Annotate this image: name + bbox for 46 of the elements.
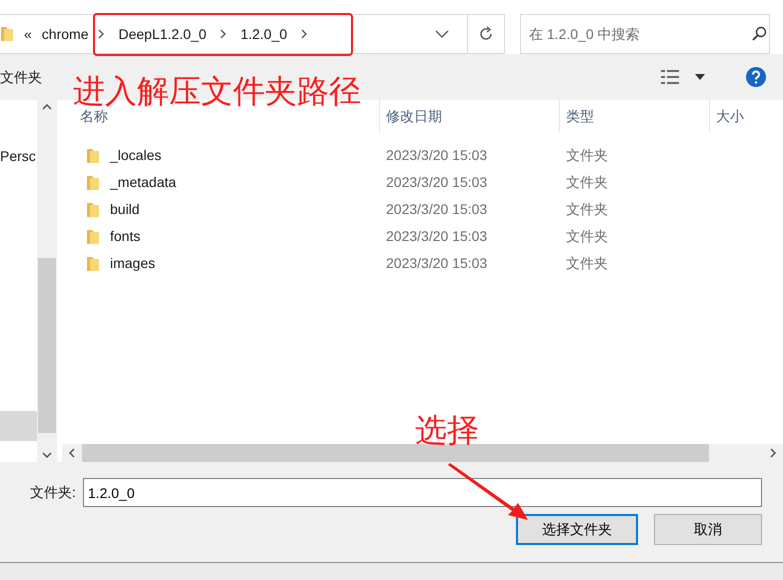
folder-icon — [0, 26, 14, 42]
file-name[interactable]: build — [110, 199, 140, 220]
select-folder-button[interactable]: 选择文件夹 — [516, 514, 638, 545]
file-name[interactable]: _locales — [110, 145, 162, 166]
scrollbar-thumb[interactable] — [38, 258, 56, 432]
search-field[interactable]: 在 1.2.0_0 中搜索 — [520, 14, 770, 54]
folder-icon — [86, 148, 100, 164]
type-cell-text: 文件夹 — [565, 200, 608, 219]
scrollbar-thumb[interactable] — [82, 444, 709, 462]
folder-label: 文件夹: — [30, 483, 76, 502]
cancel-button[interactable]: 取消 — [654, 514, 762, 545]
scroll-up-icon[interactable] — [42, 104, 52, 110]
caret-icon[interactable] — [695, 74, 705, 80]
date-cell-text: 2023/3/20 15:03 — [385, 227, 488, 246]
folder-icon — [86, 202, 100, 218]
scroll-down-icon[interactable] — [42, 452, 52, 458]
help-icon[interactable] — [745, 66, 767, 88]
view-icon[interactable] — [661, 69, 681, 85]
type-cell-text: 文件夹 — [565, 254, 608, 273]
annotation-text: 选择 — [415, 414, 479, 446]
column-header[interactable]: 大小 — [710, 100, 770, 132]
date-cell-text: 2023/3/20 15:03 — [385, 173, 488, 192]
file-name[interactable]: _metadata — [110, 172, 176, 193]
folder-icon — [86, 256, 100, 272]
file-name[interactable]: fonts — [110, 226, 140, 247]
breadcrumb-item[interactable]: DeepL1.2.0_0 — [114, 24, 210, 44]
column-header[interactable]: 类型 — [560, 100, 710, 132]
folder-icon — [86, 174, 100, 190]
date-cell-text: 2023/3/20 15:03 — [385, 200, 488, 219]
breadcrumb-item[interactable]: 1.2.0_0 — [236, 24, 292, 44]
overflow-button[interactable]: « — [20, 24, 36, 44]
breadcrumb-item[interactable]: chrome — [38, 24, 92, 44]
refresh-icon — [478, 26, 494, 42]
type-cell-text: 文件夹 — [565, 227, 608, 246]
folder-icon — [86, 228, 100, 244]
search-icon — [751, 26, 767, 42]
column-header[interactable]: 修改日期 — [380, 100, 560, 132]
sidebar-item[interactable]: Persc — [0, 146, 37, 166]
folder-input[interactable]: 1.2.0_0 — [82, 478, 762, 507]
type-cell-text: 文件夹 — [565, 146, 608, 165]
new-folder-button[interactable]: 文件夹 — [0, 66, 42, 88]
dropdown-icon[interactable] — [435, 29, 449, 39]
type-cell-text: 文件夹 — [565, 173, 608, 192]
date-cell-text: 2023/3/20 15:03 — [385, 146, 488, 165]
file-name[interactable]: images — [110, 253, 156, 274]
date-cell-text: 2023/3/20 15:03 — [385, 254, 488, 273]
